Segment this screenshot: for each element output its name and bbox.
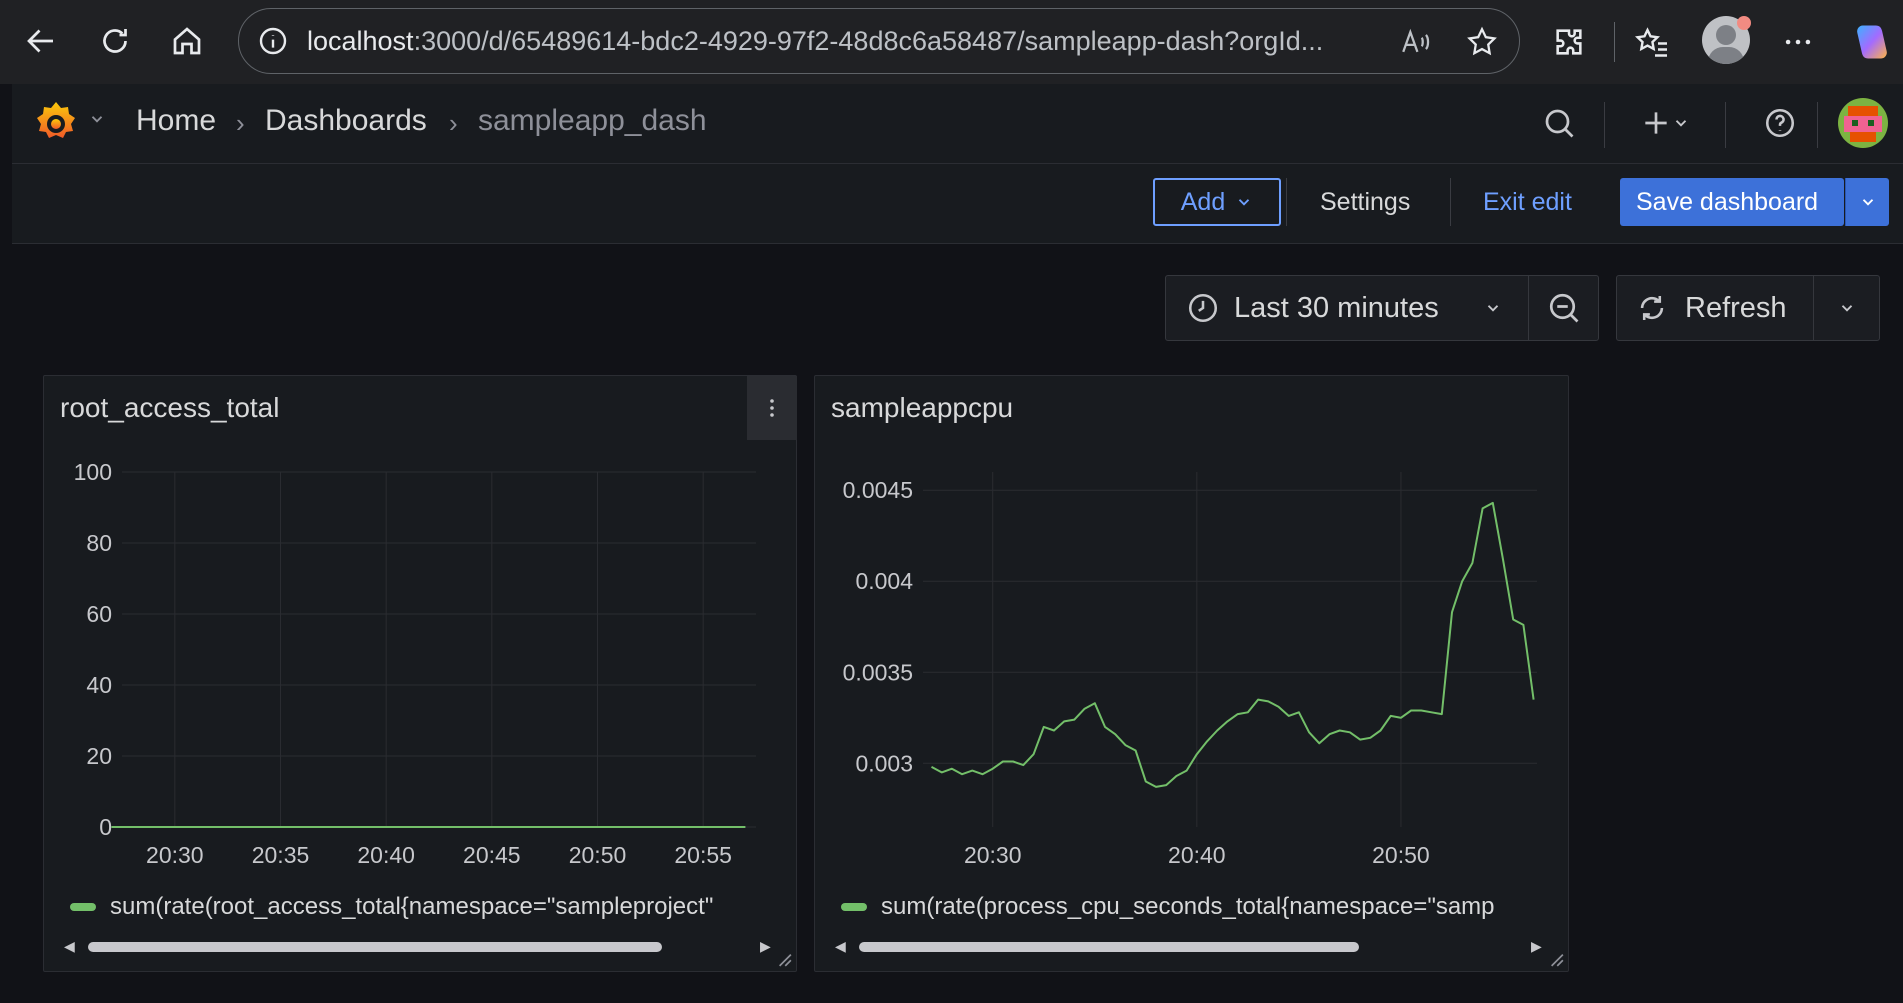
time-range-picker[interactable]: Last 30 minutes <box>1166 276 1528 340</box>
scroll-right-icon[interactable]: ▶ <box>1531 938 1542 955</box>
refresh-controls: Refresh <box>1616 275 1880 341</box>
save-dashboard-label: Save dashboard <box>1636 187 1819 216</box>
copilot-icon[interactable] <box>1850 20 1894 64</box>
resize-handle-icon[interactable] <box>774 949 792 967</box>
nav-divider <box>1604 102 1605 148</box>
chevron-down-icon <box>1841 305 1853 312</box>
chevron-down-icon[interactable] <box>88 110 106 133</box>
url-path: :3000/d/65489614-bdc2-4929-97f2-48d8c6a5… <box>413 25 1324 56</box>
horizontal-scrollbar[interactable]: ◀ ▶ <box>833 934 1549 960</box>
favorites-icon[interactable] <box>1630 20 1674 64</box>
breadcrumb-home[interactable]: Home <box>136 104 216 138</box>
scroll-right-icon[interactable]: ▶ <box>760 938 771 955</box>
y-tick-label: 0.003 <box>855 750 913 776</box>
nav-divider <box>1817 102 1818 148</box>
x-tick-label: 20:35 <box>252 842 310 868</box>
panel-root-access-total[interactable]: root_access_total 0 20 40 60 80 100 20:30 20:35… <box>43 375 797 972</box>
x-tick-label: 20:40 <box>357 842 415 868</box>
toolbar-divider <box>1614 22 1615 62</box>
scroll-left-icon[interactable]: ◀ <box>64 938 75 955</box>
chevron-down-icon <box>1487 305 1499 312</box>
new-plus-icon[interactable] <box>1630 100 1700 146</box>
x-tick-label: 20:50 <box>569 842 627 868</box>
legend-item[interactable]: sum(rate(process_cpu_seconds_total{names… <box>841 893 1547 921</box>
browser-toolbar: localhost:3000/d/65489614-bdc2-4929-97f2… <box>0 0 1903 84</box>
add-button[interactable]: Add <box>1153 178 1281 226</box>
chevron-down-icon <box>1239 199 1250 206</box>
series-line <box>931 501 1535 788</box>
time-range-label: Last 30 minutes <box>1234 291 1439 324</box>
time-range-controls: Last 30 minutes <box>1165 275 1599 341</box>
refresh-label: Refresh <box>1685 291 1787 324</box>
add-button-label: Add <box>1180 187 1226 216</box>
reload-icon[interactable] <box>94 20 136 62</box>
back-icon[interactable] <box>20 20 62 62</box>
legend-swatch <box>70 903 96 911</box>
legend-swatch <box>841 903 867 911</box>
root-access-chart[interactable]: 0 20 40 60 80 100 20:30 20:35 20:40 20:45 20:50 20:… <box>44 376 798 876</box>
toolbar-divider <box>1450 178 1451 226</box>
chevron-down-icon <box>1862 199 1873 206</box>
y-tick-label: 0 <box>99 814 112 840</box>
y-tick-label: 0.004 <box>855 568 913 594</box>
x-tick-label: 20:50 <box>1372 842 1430 868</box>
sampleappcpu-chart[interactable]: 0.003 0.0035 0.004 0.0045 20:30 20:40 20:50 <box>815 376 1570 876</box>
x-tick-label: 20:30 <box>964 842 1022 868</box>
search-icon[interactable] <box>1536 100 1582 146</box>
y-tick-label: 100 <box>74 459 112 485</box>
save-dashboard-button[interactable]: Save dashboard <box>1620 178 1844 226</box>
url-host: localhost <box>307 25 414 56</box>
home-icon[interactable] <box>166 20 208 62</box>
save-options-button[interactable] <box>1845 178 1889 226</box>
legend-item[interactable]: sum(rate(root_access_total{namespace="sa… <box>70 893 790 921</box>
user-avatar[interactable] <box>1838 98 1888 148</box>
horizontal-scrollbar[interactable]: ◀ ▶ <box>62 934 778 960</box>
read-aloud-icon[interactable] <box>1399 25 1433 64</box>
y-tick-label: 80 <box>86 530 112 556</box>
x-tick-label: 20:45 <box>463 842 521 868</box>
grafana-logo-icon[interactable] <box>32 98 80 153</box>
y-tick-label: 0.0035 <box>843 659 913 685</box>
breadcrumb-current: sampleapp_dash <box>478 104 707 137</box>
panel-sampleappcpu[interactable]: sampleappcpu 0.003 0.0035 0.004 0.0045 20:30… <box>814 375 1569 972</box>
refresh-button[interactable]: Refresh <box>1617 276 1813 340</box>
zoom-out-icon <box>1549 293 1579 323</box>
scrollbar-thumb[interactable] <box>859 942 1359 952</box>
y-tick-label: 20 <box>86 743 112 769</box>
extensions-icon[interactable] <box>1547 20 1591 64</box>
clock-icon <box>1188 293 1218 323</box>
y-tick-label: 60 <box>86 601 112 627</box>
legend-label: sum(rate(process_cpu_seconds_total{names… <box>881 893 1495 920</box>
resize-handle-icon[interactable] <box>1546 949 1564 967</box>
breadcrumb-dashboards[interactable]: Dashboards <box>265 104 427 138</box>
zoom-out-button[interactable] <box>1528 276 1599 340</box>
exit-edit-button[interactable]: Exit edit <box>1483 188 1572 217</box>
y-tick-label: 0.0045 <box>843 477 913 503</box>
grafana-top-nav: Home › Dashboards › sampleapp_dash <box>12 84 1903 164</box>
favorite-star-icon[interactable] <box>1465 25 1499 64</box>
x-tick-label: 20:40 <box>1168 842 1226 868</box>
breadcrumb-separator-icon: › <box>449 108 458 138</box>
dashboard-edit-toolbar: Add Settings Exit edit Save dashboard <box>12 164 1903 244</box>
notification-dot <box>1737 16 1751 30</box>
url-text: localhost:3000/d/65489614-bdc2-4929-97f2… <box>307 26 1323 57</box>
legend-label: sum(rate(root_access_total{namespace="sa… <box>110 893 714 920</box>
x-tick-label: 20:55 <box>674 842 732 868</box>
nav-divider <box>1725 102 1726 148</box>
settings-button[interactable]: Settings <box>1320 188 1410 217</box>
refresh-interval-dropdown[interactable] <box>1813 276 1880 340</box>
refresh-icon <box>1640 295 1664 321</box>
address-bar[interactable]: localhost:3000/d/65489614-bdc2-4929-97f2… <box>238 8 1520 74</box>
site-info-icon[interactable] <box>257 25 289 62</box>
scrollbar-thumb[interactable] <box>88 942 662 952</box>
y-tick-label: 40 <box>86 672 112 698</box>
breadcrumb-separator-icon: › <box>236 108 245 138</box>
x-tick-label: 20:30 <box>146 842 204 868</box>
more-options-icon[interactable] <box>1776 20 1820 64</box>
toolbar-divider <box>1286 178 1287 226</box>
help-icon[interactable] <box>1757 100 1803 146</box>
scroll-left-icon[interactable]: ◀ <box>835 938 846 955</box>
